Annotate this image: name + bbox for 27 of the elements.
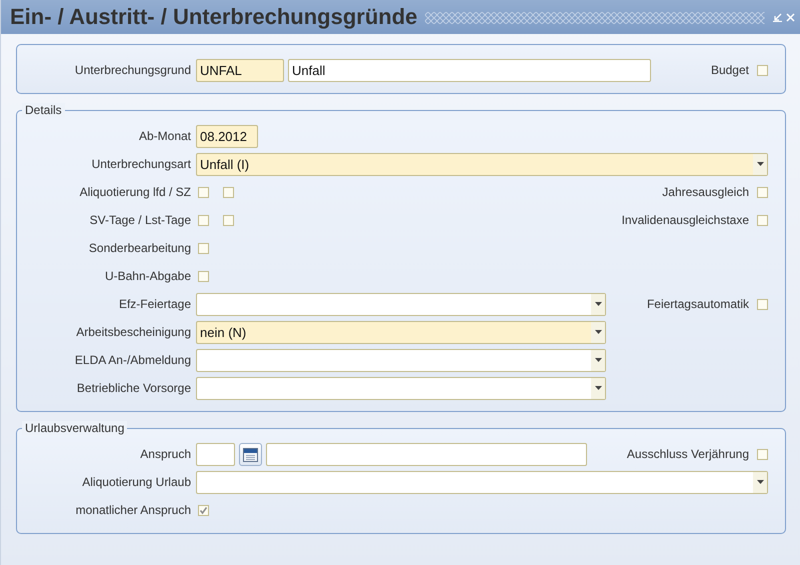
checkbox-label: Jahresausgleich xyxy=(662,185,749,199)
checkbox-label: Invalidenausgleichstaxe xyxy=(622,213,749,227)
field-label: Arbeitsbescheinigung xyxy=(75,325,191,339)
field-label: Anspruch xyxy=(139,447,191,461)
field-label: SV-Tage / Lst-Tage xyxy=(88,213,191,227)
text-field[interactable]: UNFAL xyxy=(196,58,284,82)
dropdown-field[interactable]: Unfall (I) xyxy=(196,152,768,176)
field-label: Unterbrechungsgrund xyxy=(74,63,191,77)
dropdown-field[interactable]: nein (N) xyxy=(196,320,606,344)
field-label: Efz-Feiertage xyxy=(118,297,191,311)
field-label: Ab-Monat xyxy=(138,129,191,143)
field-label: Aliquotierung Urlaub xyxy=(81,475,191,489)
field-label: Aliquotierung lfd / SZ xyxy=(78,185,191,199)
window-title: Ein- / Austritt- / Unterbrechungsgründe xyxy=(10,4,418,30)
section-legend: Urlaubsverwaltung xyxy=(22,421,128,435)
checkbox-label: Budget xyxy=(710,63,749,77)
section-legend: Details xyxy=(22,103,65,117)
field-label: ELDA An-/Abmeldung xyxy=(74,353,191,367)
field-label: monatlicher Anspruch xyxy=(74,503,191,517)
field-label: Unterbrechungsart xyxy=(90,157,191,171)
field-label: Sonderbearbeitung xyxy=(88,241,191,255)
checkbox-label: Feiertagsautomatik xyxy=(646,297,749,311)
text-field[interactable]: Unfall xyxy=(288,58,651,82)
text-field[interactable]: 08.2012 xyxy=(196,124,258,148)
checkbox-label: Ausschluss Verjährung xyxy=(626,447,749,461)
field-label: U-Bahn-Abgabe xyxy=(104,269,191,283)
field-label: Betriebliche Vorsorge xyxy=(76,381,191,395)
